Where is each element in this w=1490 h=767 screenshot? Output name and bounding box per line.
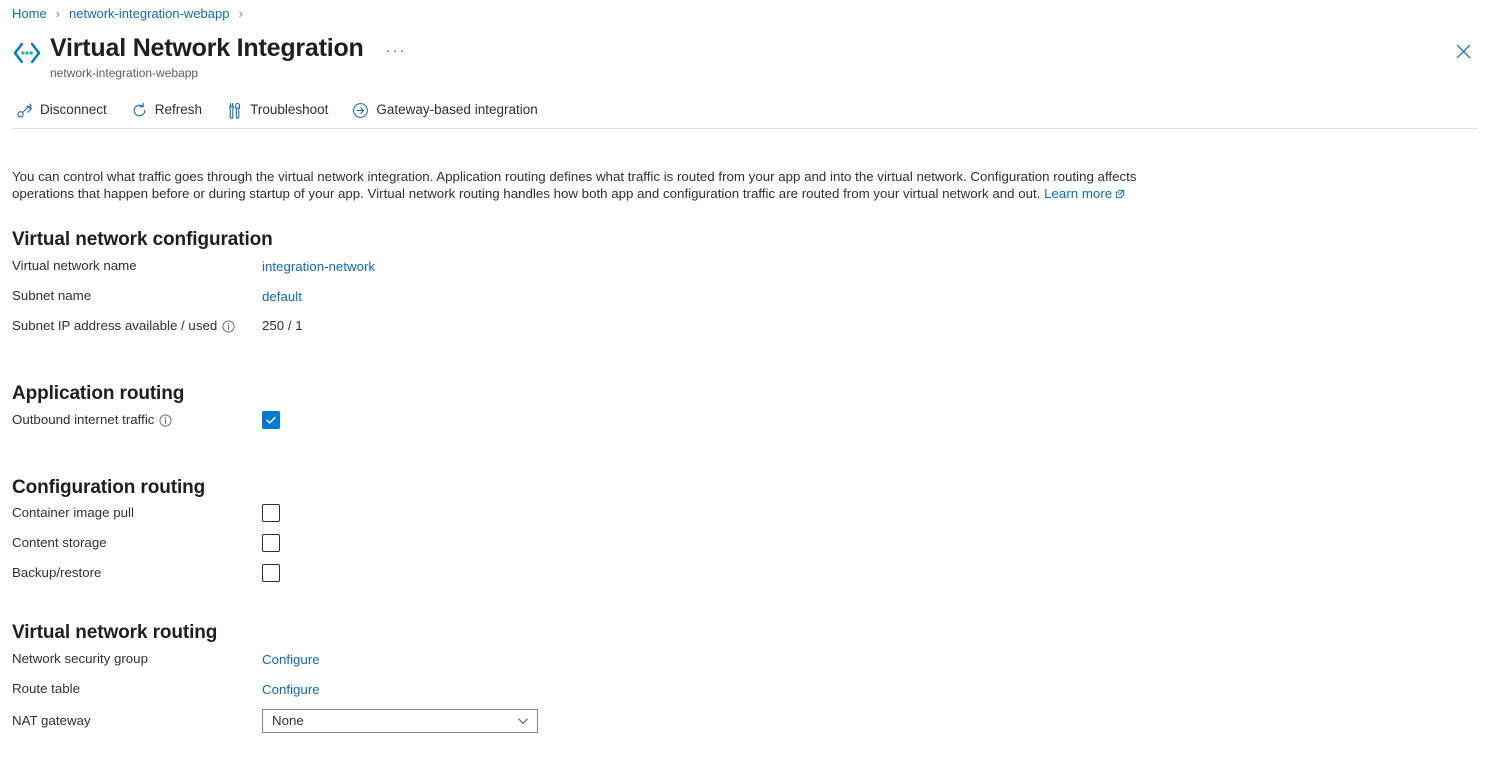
row-network-security-group: Network security group Configure — [12, 649, 320, 669]
section-heading-configuration-routing: Configuration routing — [12, 475, 205, 500]
intro-text: You can control what traffic goes throug… — [12, 169, 1136, 201]
row-content-storage: Content storage — [12, 534, 280, 552]
disconnect-plug-icon — [16, 102, 33, 119]
configure-network-security-group-link[interactable]: Configure — [262, 652, 320, 667]
section-heading-application-routing: Application routing — [12, 381, 184, 406]
row-virtual-network-name: Virtual network name integration-network — [12, 256, 375, 276]
configure-route-table-link[interactable]: Configure — [262, 682, 320, 697]
info-icon[interactable] — [222, 320, 235, 333]
checkmark-icon — [265, 414, 277, 426]
learn-more-link[interactable]: Learn more — [1044, 186, 1125, 201]
nat-gateway-selected-value: None — [272, 712, 304, 730]
breadcrumb-item-webapp[interactable]: network-integration-webapp — [69, 6, 229, 22]
gateway-based-integration-button[interactable]: Gateway-based integration — [348, 98, 547, 122]
value-subnet-ip-address: 250 / 1 — [262, 317, 303, 335]
checkbox-content-storage[interactable] — [262, 534, 280, 552]
intro-paragraph: You can control what traffic goes throug… — [12, 168, 1202, 202]
row-container-image-pull: Container image pull — [12, 504, 280, 522]
label-route-table: Route table — [12, 680, 262, 698]
external-link-icon — [1115, 189, 1125, 199]
section-heading-vnet-config: Virtual network configuration — [12, 227, 273, 252]
page-title: Virtual Network Integration — [50, 32, 364, 64]
info-icon[interactable] — [159, 414, 172, 427]
checkbox-outbound-internet-traffic[interactable] — [262, 411, 280, 429]
more-options-button[interactable]: ··· — [382, 43, 411, 59]
close-button[interactable] — [1448, 36, 1478, 66]
header-divider — [12, 128, 1478, 129]
troubleshoot-label: Troubleshoot — [250, 100, 328, 120]
disconnect-button[interactable]: Disconnect — [12, 98, 117, 122]
value-virtual-network-name[interactable]: integration-network — [262, 259, 375, 274]
troubleshoot-tools-icon — [226, 102, 243, 119]
label-container-image-pull: Container image pull — [12, 504, 262, 522]
breadcrumb-separator-icon-2: › — [238, 6, 242, 22]
breadcrumb-separator-icon: › — [56, 6, 60, 22]
refresh-button[interactable]: Refresh — [127, 98, 212, 122]
label-backup-restore: Backup/restore — [12, 564, 262, 582]
row-route-table: Route table Configure — [12, 679, 320, 699]
arrow-circle-right-icon — [352, 102, 369, 119]
row-subnet-ip-address: Subnet IP address available / used 250 /… — [12, 316, 303, 336]
refresh-label: Refresh — [155, 100, 202, 120]
code-brackets-icon — [12, 38, 42, 68]
learn-more-label: Learn more — [1044, 186, 1112, 201]
gateway-integration-label: Gateway-based integration — [376, 100, 537, 120]
chevron-down-icon — [517, 715, 529, 727]
refresh-icon — [131, 102, 148, 119]
value-subnet-name[interactable]: default — [262, 289, 302, 304]
section-heading-vnet-routing: Virtual network routing — [12, 620, 217, 645]
row-nat-gateway: NAT gateway None — [12, 709, 538, 733]
label-content-storage: Content storage — [12, 534, 262, 552]
label-nat-gateway: NAT gateway — [12, 712, 262, 730]
label-subnet-name: Subnet name — [12, 287, 262, 305]
row-backup-restore: Backup/restore — [12, 564, 280, 582]
label-outbound-internet-traffic: Outbound internet traffic — [12, 411, 262, 429]
disconnect-label: Disconnect — [40, 100, 107, 120]
page-subtitle: network-integration-webapp — [50, 65, 411, 81]
label-subnet-ip-address: Subnet IP address available / used — [12, 317, 262, 335]
nat-gateway-select[interactable]: None — [262, 709, 538, 733]
close-icon — [1455, 43, 1472, 60]
troubleshoot-button[interactable]: Troubleshoot — [222, 98, 338, 122]
breadcrumb-item-home[interactable]: Home — [12, 6, 47, 22]
label-virtual-network-name: Virtual network name — [12, 257, 262, 275]
label-network-security-group: Network security group — [12, 650, 262, 668]
label-subnet-ip-address-text: Subnet IP address available / used — [12, 317, 217, 335]
checkbox-backup-restore[interactable] — [262, 564, 280, 582]
checkbox-container-image-pull[interactable] — [262, 504, 280, 522]
page-header: Virtual Network Integration ··· network-… — [12, 32, 411, 81]
row-outbound-internet-traffic: Outbound internet traffic — [12, 411, 280, 429]
row-subnet-name: Subnet name default — [12, 286, 302, 306]
command-bar: Disconnect Refresh Troubleshoot Gateway-… — [12, 98, 558, 122]
label-outbound-internet-traffic-text: Outbound internet traffic — [12, 411, 154, 429]
breadcrumb: Home › network-integration-webapp › — [12, 6, 252, 22]
